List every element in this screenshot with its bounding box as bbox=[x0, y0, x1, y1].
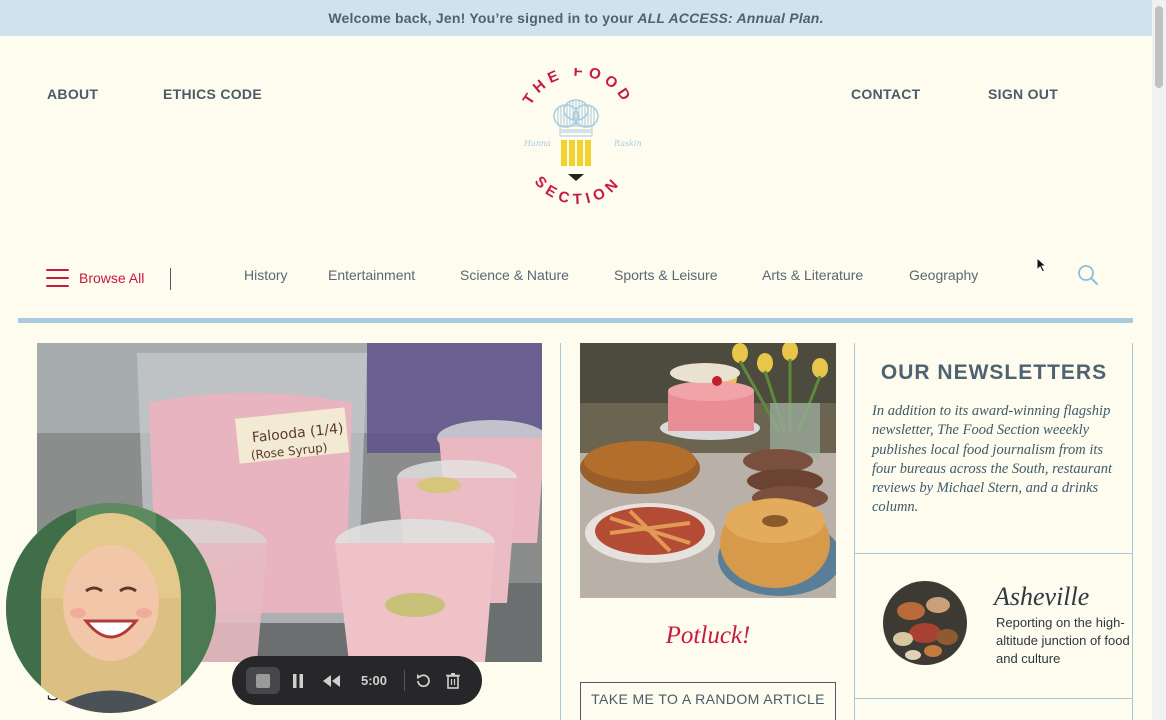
column-divider-left bbox=[560, 343, 561, 720]
webcam-avatar[interactable] bbox=[6, 503, 216, 713]
svg-text:THE FOOD: THE FOOD bbox=[520, 68, 637, 108]
delete-button[interactable] bbox=[442, 656, 464, 705]
nav-sign-out-link[interactable]: SIGN OUT bbox=[988, 86, 1058, 102]
nav-ethics-code-link[interactable]: ETHICS CODE bbox=[163, 86, 262, 102]
category-arts-literature[interactable]: Arts & Literature bbox=[762, 267, 863, 283]
browse-all-button[interactable]: Browse All bbox=[46, 266, 144, 290]
pause-icon bbox=[293, 673, 303, 688]
category-entertainment[interactable]: Entertainment bbox=[328, 267, 415, 283]
chef-hat-icon bbox=[553, 99, 599, 137]
logo-top-text: THE FOOD bbox=[520, 63, 632, 108]
newsletter-separator bbox=[855, 553, 1133, 554]
screen-recorder-toolbar: 5:00 bbox=[232, 656, 482, 705]
random-article-button[interactable]: TAKE ME TO A RANDOM ARTICLE bbox=[580, 682, 836, 720]
category-sports-leisure[interactable]: Sports & Leisure bbox=[614, 267, 718, 283]
newsletters-heading: OUR NEWSLETTERS bbox=[880, 361, 1108, 384]
potluck-title[interactable]: Potluck! bbox=[580, 622, 836, 650]
cursor-icon bbox=[1036, 257, 1048, 273]
browse-all-label: Browse All bbox=[79, 270, 145, 286]
potluck-image[interactable] bbox=[580, 343, 836, 598]
restart-icon bbox=[417, 673, 430, 687]
toolbar-divider bbox=[404, 670, 405, 691]
column-divider-middle bbox=[854, 343, 855, 720]
banner-text: Welcome back, Jen! You’re signed in to y… bbox=[328, 10, 634, 26]
category-geography[interactable]: Geography bbox=[909, 267, 978, 283]
category-science-nature[interactable]: Science & Nature bbox=[460, 267, 569, 283]
nav-contact-link[interactable]: CONTACT bbox=[851, 86, 921, 102]
logo-left-script: Hanna bbox=[523, 139, 551, 148]
asheville-title[interactable]: Asheville bbox=[994, 582, 1089, 612]
site-logo[interactable]: THE FOOD SECTION Hanna Raskin bbox=[508, 63, 644, 212]
nav-about-link[interactable]: ABOUT bbox=[47, 86, 98, 102]
header-divider bbox=[18, 318, 1133, 323]
newsletter-separator-2 bbox=[855, 698, 1133, 699]
newsletters-description: In addition to its award-winning flagshi… bbox=[872, 403, 1113, 516]
page-scrollbar[interactable] bbox=[1152, 0, 1166, 720]
browse-divider bbox=[170, 268, 171, 290]
scrollbar-thumb[interactable] bbox=[1155, 6, 1163, 88]
recording-timer: 5:00 bbox=[360, 673, 388, 688]
search-icon[interactable] bbox=[1077, 264, 1099, 286]
stop-icon bbox=[254, 656, 272, 705]
category-history[interactable]: History bbox=[244, 267, 288, 283]
trash-icon bbox=[446, 673, 460, 689]
restart-button[interactable] bbox=[412, 656, 434, 705]
account-banner: Welcome back, Jen! You’re signed in to y… bbox=[0, 0, 1152, 36]
hamburger-icon bbox=[46, 269, 69, 287]
asheville-image[interactable] bbox=[883, 581, 967, 665]
banner-plan[interactable]: ALL ACCESS: Annual Plan. bbox=[637, 10, 823, 26]
rewind-icon bbox=[323, 674, 340, 687]
pause-button[interactable] bbox=[288, 656, 308, 705]
pencil-icon bbox=[561, 140, 591, 181]
asheville-description: Reporting on the high-altitude junction … bbox=[996, 615, 1130, 666]
logo-right-script: Raskin bbox=[613, 139, 642, 148]
rewind-button[interactable] bbox=[320, 656, 344, 705]
